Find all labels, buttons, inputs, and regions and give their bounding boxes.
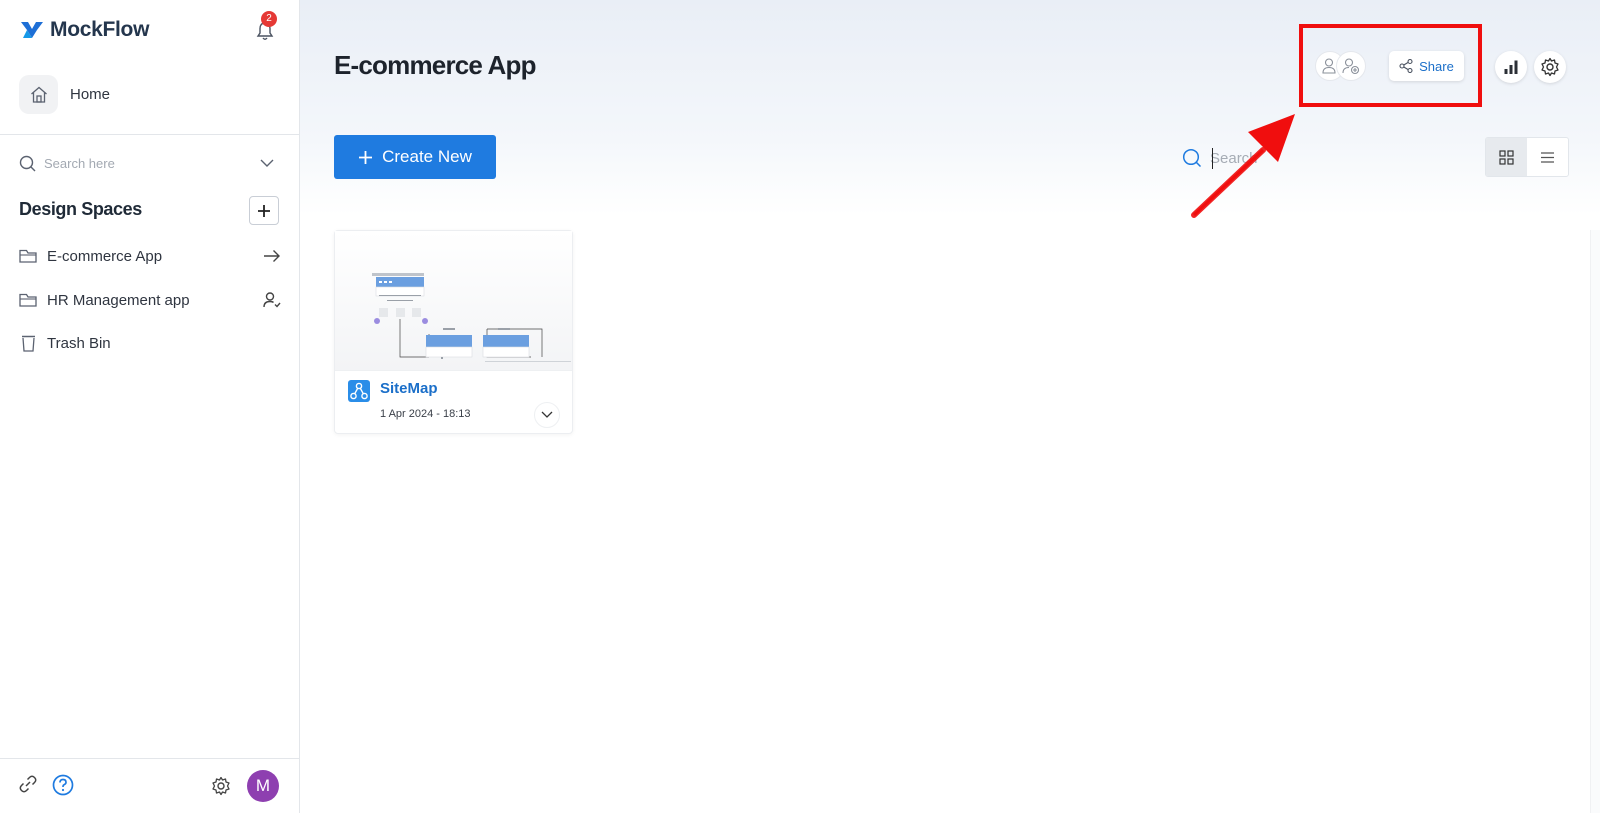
folder-icon [19, 293, 37, 307]
home-label: Home [70, 86, 111, 103]
divider [0, 758, 299, 759]
mockflow-logo-icon [21, 22, 43, 38]
sidebar-item-hr-management-app[interactable]: HR Management app [19, 288, 281, 312]
sidebar-item-ecommerce-app[interactable]: E-commerce App [19, 244, 281, 268]
design-card[interactable]: SiteMap 1 Apr 2024 - 18:13 [334, 230, 573, 434]
highlight-box [1299, 24, 1482, 107]
sidebar-item-label: E-commerce App [47, 247, 163, 265]
bar-chart-icon [1504, 60, 1518, 74]
sidebar-item-home[interactable]: Home [19, 75, 110, 114]
text-caret [1212, 148, 1213, 169]
card-menu-button[interactable] [534, 402, 560, 428]
design-search-input[interactable] [1210, 149, 1330, 167]
chevron-down-icon [541, 411, 553, 418]
divider [0, 134, 299, 135]
grid-view-button[interactable] [1486, 138, 1527, 176]
sidebar-item-trash-bin[interactable]: Trash Bin [19, 331, 281, 355]
sidebar: MockFlow 2 Home Design Spaces E-commerce… [0, 0, 300, 813]
user-shared-icon[interactable] [263, 291, 281, 309]
page-title: E-commerce App [334, 50, 536, 80]
logo[interactable]: MockFlow [20, 18, 149, 42]
add-design-space-button[interactable] [249, 196, 279, 225]
main-content: E-commerce App Share Create New Search S… [300, 0, 1600, 813]
card-date: 1 Apr 2024 - 18:13 [380, 408, 471, 420]
list-view-button[interactable] [1527, 138, 1568, 176]
search-icon [19, 155, 36, 171]
sidebar-item-label: Trash Bin [47, 334, 111, 352]
plus-icon [359, 150, 373, 164]
settings-button[interactable] [1534, 51, 1566, 83]
arrow-right-icon[interactable] [263, 249, 281, 263]
plus-icon [258, 204, 270, 217]
grid-icon [1499, 149, 1514, 165]
home-icon [19, 75, 58, 114]
create-new-button[interactable]: Create New [334, 135, 496, 179]
folder-icon [19, 249, 37, 263]
search-icon [1182, 148, 1202, 168]
sitemap-icon [348, 380, 370, 402]
sitemap-thumbnail [335, 231, 572, 371]
card-title[interactable]: SiteMap [380, 380, 438, 397]
gear-icon[interactable] [211, 776, 231, 796]
create-new-label: Create New [382, 147, 472, 166]
list-icon [1541, 151, 1554, 163]
link-icon[interactable] [18, 774, 38, 794]
sidebar-search-input[interactable] [44, 155, 244, 171]
brand-name: MockFlow [50, 18, 150, 41]
trash-icon [22, 335, 35, 352]
sidebar-item-label: HR Management app [47, 291, 190, 309]
notification-badge: 2 [261, 11, 277, 27]
design-search [1182, 145, 1332, 171]
chevron-down-icon[interactable] [260, 159, 274, 168]
gear-icon [1541, 57, 1559, 77]
sidebar-search [19, 152, 274, 174]
view-toggle [1485, 137, 1569, 177]
help-icon[interactable] [52, 774, 74, 796]
analytics-button[interactable] [1495, 51, 1527, 83]
design-spaces-title: Design Spaces [19, 199, 142, 219]
scroll-track [1590, 230, 1600, 813]
user-avatar[interactable]: M [247, 770, 279, 802]
